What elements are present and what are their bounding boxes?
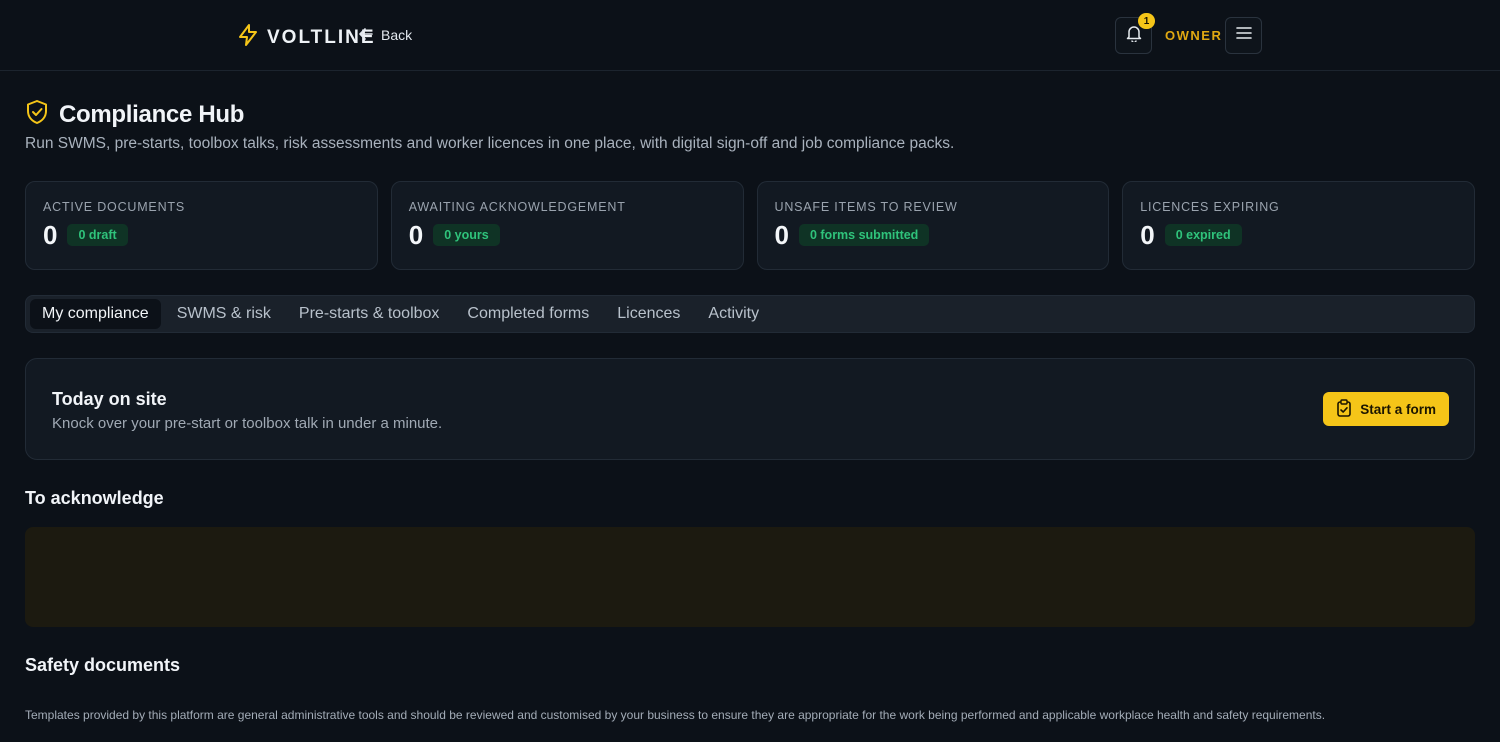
tab-my-compliance[interactable]: My compliance <box>30 299 161 329</box>
hamburger-menu-icon <box>1235 26 1252 45</box>
back-label: Back <box>381 27 413 43</box>
brand[interactable]: VOLTLINE <box>238 24 376 51</box>
tab-completed-forms[interactable]: Completed forms <box>455 299 601 329</box>
bell-icon <box>1126 24 1142 47</box>
back-button[interactable]: Back <box>359 27 412 43</box>
stat-label: AWAITING ACKNOWLEDGEMENT <box>408 200 626 214</box>
disclaimer-text: Templates provided by this platform are … <box>25 708 1326 722</box>
stat-pill: 0 yours <box>433 224 500 246</box>
role-label: OWNER <box>1165 28 1223 43</box>
lightning-bolt-icon <box>238 24 258 51</box>
top-bar: VOLTLINE Back 1 OWNER <box>0 0 1500 71</box>
to-acknowledge-panel <box>25 527 1475 627</box>
page-title: Compliance Hub <box>59 100 245 128</box>
stat-label: ACTIVE DOCUMENTS <box>43 200 185 214</box>
tab-licences[interactable]: Licences <box>605 299 692 329</box>
stat-label: UNSAFE ITEMS TO REVIEW <box>774 200 958 214</box>
tab-swms-risk[interactable]: SWMS & risk <box>165 299 283 329</box>
stat-card-unsafe-items: UNSAFE ITEMS TO REVIEW 0 0 forms submitt… <box>756 181 1110 270</box>
to-acknowledge-title: To acknowledge <box>25 488 164 508</box>
page-header: Compliance Hub <box>25 99 244 130</box>
stats-row: ACTIVE DOCUMENTS 0 0 draft AWAITING ACKN… <box>25 181 1475 270</box>
page-subtitle: Run SWMS, pre-starts, toolbox talks, ris… <box>25 135 955 152</box>
menu-button[interactable] <box>1225 17 1262 54</box>
stat-pill: 0 draft <box>67 224 128 246</box>
stat-value: 0 <box>408 220 424 250</box>
stat-value: 0 <box>43 220 58 250</box>
start-form-label: Start a form <box>1360 401 1436 417</box>
clipboard-check-icon <box>1336 398 1352 420</box>
stat-card-active-documents: ACTIVE DOCUMENTS 0 0 draft <box>25 181 378 270</box>
stat-value: 0 <box>1140 220 1155 250</box>
notification-count-badge: 1 <box>1138 13 1155 29</box>
tab-activity[interactable]: Activity <box>696 299 771 329</box>
start-form-button[interactable]: Start a form <box>1323 392 1449 426</box>
today-subtitle: Knock over your pre-start or toolbox tal… <box>52 415 443 432</box>
stat-card-licences-expiring: LICENCES EXPIRING 0 0 expired <box>1122 181 1475 270</box>
stat-value: 0 <box>774 220 789 250</box>
safety-documents-title: Safety documents <box>25 655 181 675</box>
stat-card-awaiting-acknowledgement: AWAITING ACKNOWLEDGEMENT 0 0 yours <box>390 181 744 270</box>
tab-bar: My compliance SWMS & risk Pre-starts & t… <box>25 295 1475 333</box>
shield-check-icon <box>25 99 49 130</box>
stat-label: LICENCES EXPIRING <box>1140 200 1280 214</box>
today-on-site-panel: Today on site Knock over your pre-start … <box>25 358 1475 460</box>
notifications-button[interactable]: 1 <box>1115 13 1155 54</box>
tab-prestarts-toolbox[interactable]: Pre-starts & toolbox <box>287 299 452 329</box>
stat-pill: 0 forms submitted <box>798 224 930 246</box>
today-title: Today on site <box>52 389 167 409</box>
arrow-left-icon <box>359 27 373 43</box>
stat-pill: 0 expired <box>1164 224 1242 246</box>
